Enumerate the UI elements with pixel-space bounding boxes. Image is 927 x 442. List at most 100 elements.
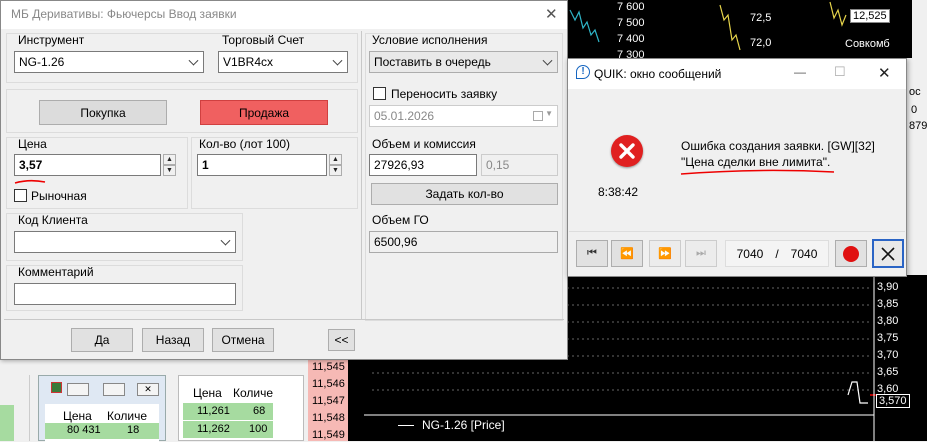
left-glass-cell: 18 [127, 424, 140, 436]
maximize-icon[interactable] [103, 383, 125, 396]
market-label: Рыночная [31, 189, 87, 203]
instrument-select[interactable]: NG-1.26 [14, 51, 204, 73]
close-message-button[interactable] [872, 239, 904, 268]
qty-spin-up-icon[interactable]: ▲ [329, 154, 342, 165]
price-label: Цена [18, 137, 47, 151]
volume-field: 27926,93 [369, 154, 477, 176]
left-glass-row: 80 431 18 [45, 423, 159, 439]
price-chart-price-tag: 3,570 [876, 394, 910, 408]
right-edge-text: 879 [909, 120, 927, 132]
message-counter: 7040 / 7040 [725, 240, 829, 267]
back-button[interactable]: Назад [142, 328, 204, 352]
buy-button[interactable]: Покупка [39, 100, 167, 125]
record-button[interactable] [835, 240, 867, 267]
collapse-button-label: << [334, 333, 349, 347]
top-chart-tick: 7 500 [617, 17, 645, 29]
condition-value: Поставить в очередь [374, 55, 491, 69]
order-dialog-title: МБ Деривативы: Фьючерсы Ввод заявки [11, 7, 237, 21]
volume-value: 27926,93 [374, 158, 425, 172]
message-box-title: QUIK: окно сообщений [594, 67, 722, 81]
move-date-value: 05.01.2026 [374, 109, 435, 123]
chart-2: 72,5 72,0 [650, 0, 800, 58]
error-icon [611, 135, 643, 167]
price-chart-tick: 3,80 [877, 315, 899, 327]
error-x-glyph [619, 143, 635, 159]
mid-glass-row: 11,261 68 [183, 403, 273, 420]
left-glass-header: Количе [107, 409, 148, 423]
close-icon[interactable]: ✕ [878, 64, 891, 82]
account-select[interactable]: V1BR4cx [218, 51, 348, 73]
move-date-input[interactable]: 05.01.2026 ▼ [369, 105, 558, 127]
red-price-cell: 11,546 [312, 378, 345, 390]
price-input[interactable]: 3,57 [14, 154, 161, 176]
sell-button[interactable]: Продажа [200, 100, 328, 125]
counter-current: 7040 [736, 246, 764, 261]
mid-glass-cell: 68 [253, 405, 266, 417]
chevron-down-icon [220, 235, 231, 246]
client-code-label: Код Клиента [18, 213, 88, 227]
sell-button-label: Продажа [238, 105, 290, 120]
right-separator [361, 31, 362, 319]
counter-total: 7040 [790, 246, 818, 261]
market-checkbox[interactable] [14, 189, 27, 202]
price-spin-down-icon[interactable]: ▼ [163, 165, 176, 176]
top-chart-tick: 7 400 [617, 33, 645, 45]
top-chart-tick: 7 300 [617, 49, 645, 58]
mid-glass-header: Цена [193, 386, 222, 400]
top-chart-tick: 7 600 [617, 1, 645, 13]
cancel-button[interactable]: Отмена [212, 328, 274, 352]
counter-separator: / [775, 246, 779, 261]
ok-button-label: Да [94, 333, 110, 347]
move-order-label: Переносить заявку [391, 87, 498, 101]
qty-spin-down-icon[interactable]: ▼ [329, 165, 342, 176]
chart-2-line [719, 4, 741, 51]
left-glass-cell: 80 431 [67, 424, 101, 436]
commission-field: 0,15 [481, 154, 558, 176]
price-value: 3,57 [19, 158, 43, 172]
first-message-button[interactable]: ⏮ [576, 240, 608, 267]
record-icon [843, 245, 859, 262]
chart-2-tick: 72,5 [750, 12, 772, 24]
volume-label: Объем и комиссия [372, 137, 476, 151]
red-price-column: 11,545 11,546 11,547 11,548 11,549 [308, 355, 348, 441]
close-icon[interactable]: ✕ [545, 5, 558, 23]
condition-select[interactable]: Поставить в очередь [369, 51, 558, 73]
order-dialog: МБ Деривативы: Фьючерсы Ввод заявки ✕ Ин… [0, 0, 568, 360]
go-value: 6500,96 [374, 235, 418, 249]
qty-input[interactable]: 1 [197, 154, 327, 176]
right-edge-text: ос [909, 86, 921, 98]
last-message-button[interactable]: ⏭ [685, 240, 717, 267]
minimize-icon[interactable]: — [794, 65, 806, 79]
move-order-checkbox[interactable] [373, 87, 386, 100]
collapse-button[interactable]: << [328, 329, 355, 351]
chevron-down-icon: ▼ [545, 109, 553, 118]
message-toolbar: ⏮ ⏪ ⏩ ⏭ 7040 / 7040 [569, 231, 905, 275]
buy-button-label: Покупка [80, 105, 126, 120]
close-icon [881, 246, 895, 261]
close-icon[interactable]: ✕ [137, 383, 159, 396]
chart-3-legend: Совкомб [845, 38, 890, 50]
set-qty-button[interactable]: Задать кол-во [371, 183, 558, 205]
ok-button[interactable]: Да [71, 328, 133, 352]
price-chart-tick: 3,65 [877, 366, 899, 378]
right-edge-text: 0 [911, 104, 918, 116]
minimize-icon[interactable] [67, 383, 89, 396]
price-chart-tick: 3,70 [877, 349, 899, 361]
calendar-icon[interactable] [533, 111, 543, 121]
next-message-button[interactable]: ⏩ [649, 240, 681, 267]
commission-value: 0,15 [486, 158, 510, 172]
maximize-icon[interactable]: ☐ [834, 64, 846, 80]
app-icon [51, 382, 62, 393]
instrument-label: Инструмент [18, 33, 85, 47]
set-qty-label: Задать кол-во [425, 187, 504, 201]
left-strip-green [0, 405, 14, 441]
price-chart-tick: 3,90 [877, 281, 899, 293]
price-spin-up-icon[interactable]: ▲ [163, 154, 176, 165]
condition-group [365, 33, 563, 321]
left-glass-window: ✕ Цена Количе 80 431 18 [38, 375, 166, 442]
right-edge-panel: ос 0 879 [907, 58, 927, 178]
client-code-select[interactable] [14, 231, 236, 253]
prev-message-button[interactable]: ⏪ [611, 240, 643, 267]
comment-input[interactable] [14, 283, 236, 305]
message-box: ! QUIK: окно сообщений — ☐ ✕ 8:38:42 Оши… [567, 58, 907, 277]
